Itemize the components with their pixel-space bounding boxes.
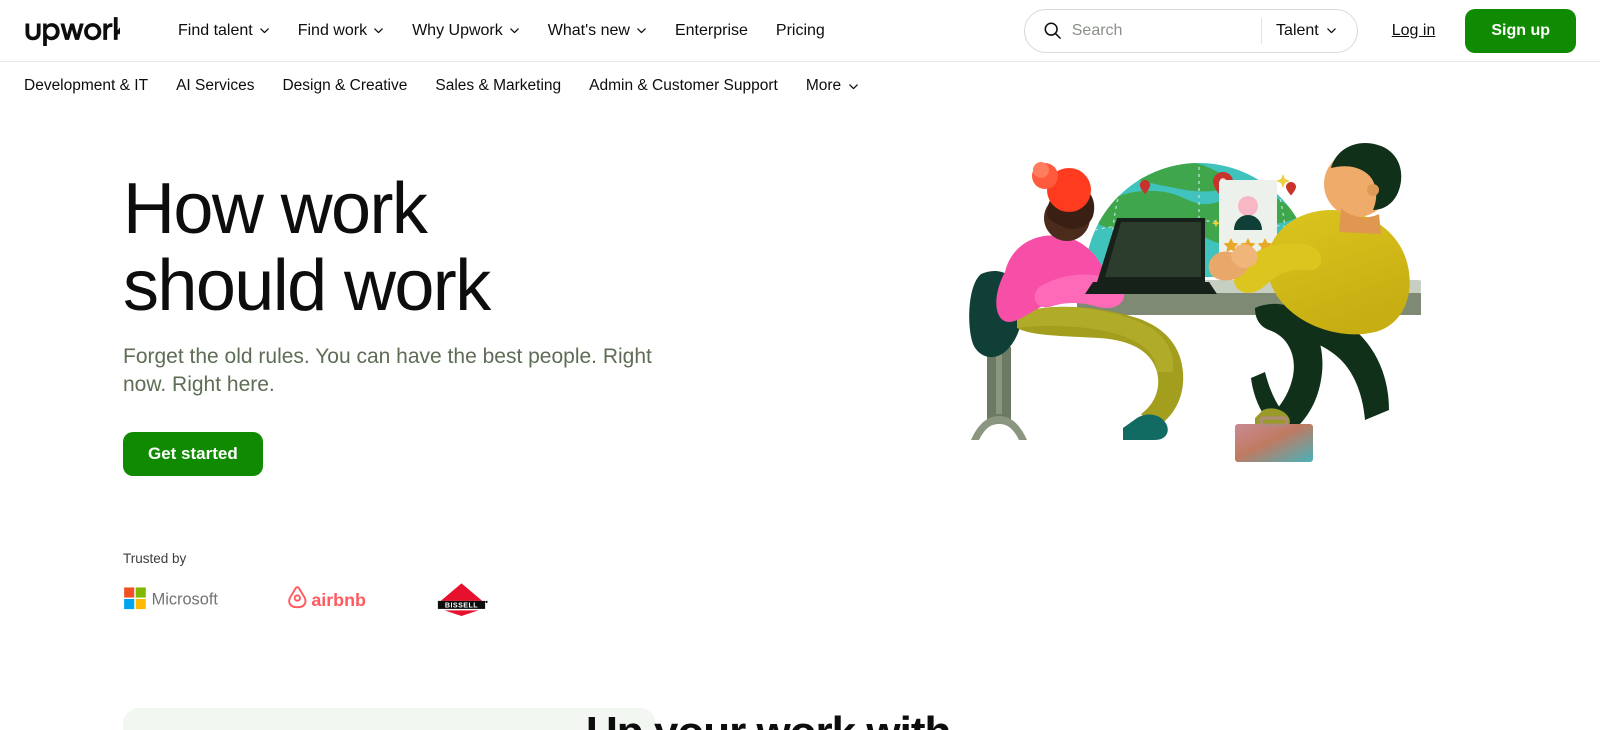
chevron-down-icon [259, 28, 269, 34]
category-label: Sales & Marketing [435, 77, 562, 95]
hero-title-line-1: How work [123, 169, 428, 249]
hero-section: How work should work Forget the old rule… [0, 110, 1600, 730]
nav-item-pricing[interactable]: Pricing [762, 15, 839, 47]
trusted-by-logos: Microsoft airbnb BISSELL [123, 582, 490, 616]
category-label: Design & Creative [282, 77, 408, 95]
nav-item-find-talent[interactable]: Find talent [164, 15, 284, 47]
category-ai-services[interactable]: AI Services [162, 72, 268, 100]
nav-item-label: What's new [547, 21, 630, 39]
chevron-down-icon [1326, 28, 1336, 34]
nav-item-label: Pricing [775, 21, 825, 39]
bissell-logo: BISSELL [433, 582, 490, 616]
header-actions: Talent Log in Sign up [1023, 8, 1576, 53]
search-scope-label: Talent [1276, 21, 1319, 39]
hero-illustration [969, 122, 1449, 462]
airbnb-logo: airbnb [286, 585, 383, 613]
two-people-globe-illustration-icon [969, 142, 1421, 462]
nav-item-whats-new[interactable]: What's new [534, 15, 661, 47]
chevron-down-icon [374, 28, 383, 34]
category-label: AI Services [176, 77, 255, 95]
svg-text:airbnb: airbnb [311, 590, 366, 610]
category-nav: Development & IT AI Services Design & Cr… [0, 62, 1600, 110]
nav-item-label: Find work [297, 21, 368, 39]
nav-item-enterprise[interactable]: Enterprise [661, 15, 762, 47]
nav-item-why-upwork[interactable]: Why Upwork [398, 15, 534, 47]
top-header: Find talent Find work Why Upwork What's … [0, 0, 1600, 62]
nav-item-find-work[interactable]: Find work [284, 15, 398, 47]
chevron-down-icon [509, 28, 519, 34]
category-label: More [805, 77, 842, 95]
nav-item-label: Enterprise [674, 21, 748, 39]
bissell-logo-icon: BISSELL [437, 583, 488, 616]
chevron-down-icon [637, 28, 646, 34]
page-title: How work should work [123, 169, 763, 327]
search-input[interactable] [1061, 9, 1262, 52]
search-bar[interactable]: Talent [1023, 8, 1358, 53]
nav-item-label: Why Upwork [412, 21, 503, 39]
trusted-by-label: Trusted by [123, 551, 187, 566]
next-section-card [123, 708, 656, 730]
nav-item-label: Find talent [178, 21, 253, 39]
log-in-link[interactable]: Log in [1372, 12, 1456, 50]
svg-text:Microsoft: Microsoft [152, 590, 219, 608]
category-development-it[interactable]: Development & IT [24, 72, 162, 100]
svg-text:BISSELL: BISSELL [445, 601, 478, 609]
hero-title-line-2: should work [123, 246, 491, 327]
microsoft-logo-icon: Microsoft [124, 587, 219, 610]
search-icon [1044, 22, 1061, 39]
upwork-logo-icon [25, 16, 128, 46]
chevron-down-icon [849, 83, 858, 89]
category-label: Development & IT [24, 77, 149, 95]
category-label: Admin & Customer Support [589, 77, 778, 95]
sign-up-button[interactable]: Sign up [1465, 8, 1576, 53]
map-pin-3 [1286, 182, 1296, 196]
microsoft-logo: Microsoft [123, 586, 236, 612]
search-scope-dropdown[interactable]: Talent [1262, 22, 1353, 40]
briefcase [1235, 416, 1313, 462]
next-section-heading: Up your work with [586, 708, 951, 730]
hero-subtitle: Forget the old rules. You can have the b… [123, 345, 652, 397]
upwork-logo[interactable] [24, 16, 128, 46]
primary-nav: Find talent Find work Why Upwork What's … [164, 15, 839, 47]
get-started-button[interactable]: Get started [123, 432, 263, 477]
category-design-creative[interactable]: Design & Creative [268, 72, 421, 100]
category-more[interactable]: More [792, 72, 873, 100]
category-sales-marketing[interactable]: Sales & Marketing [421, 72, 575, 100]
category-admin-customer-support[interactable]: Admin & Customer Support [575, 72, 792, 100]
hero-copy: How work should work Forget the old rule… [123, 169, 763, 477]
trusted-by: Trusted by Microsoft airbnb BISSELL [123, 551, 490, 616]
airbnb-logo-icon: airbnb [288, 586, 366, 610]
